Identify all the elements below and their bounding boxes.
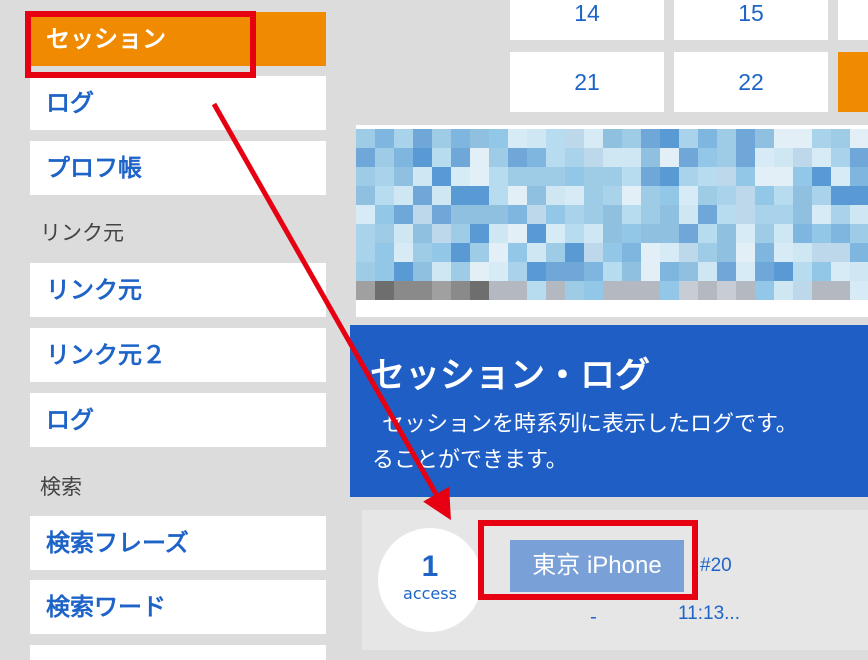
sidebar-item-session[interactable]: セッション (30, 12, 326, 66)
calendar-day[interactable]: 21 (510, 52, 664, 112)
session-dash: - (590, 606, 597, 628)
sidebar-item-cutoff[interactable] (30, 645, 326, 660)
calendar-day[interactable]: 22 (674, 52, 828, 112)
sidebar-item-profile-book[interactable]: プロフ帳 (30, 141, 326, 195)
sidebar-item-referrer-2[interactable]: リンク元２ (30, 328, 326, 382)
panel-description-line2: ることができます。 (372, 448, 568, 473)
panel-description: セッションを時系列に表示したログです。 ることができます。 (372, 407, 868, 479)
access-count: 1 (421, 550, 439, 583)
main-content: 14 15 21 22 セッション・ログ セッションを時系列に表示したログです。… (338, 0, 868, 660)
calendar-day-today[interactable] (838, 52, 868, 112)
sidebar-section-search: 検索 (40, 475, 82, 499)
calendar-day[interactable]: 14 (510, 0, 664, 40)
panel-title: セッション・ログ (370, 356, 651, 396)
sidebar-item-referrer-log[interactable]: ログ (30, 393, 326, 447)
access-label: access (403, 584, 457, 603)
session-id[interactable]: #20 (700, 555, 732, 577)
info-panel: セッション・ログ セッションを時系列に表示したログです。 ることができます。 (350, 325, 868, 497)
panel-description-line1: セッションを時系列に表示したログです。 (382, 412, 798, 437)
sidebar-item-search-phrase[interactable]: 検索フレーズ (30, 516, 326, 570)
session-time[interactable]: 11:13... (678, 603, 740, 625)
blurred-banner-image (356, 125, 868, 317)
access-counter: 1 access (378, 528, 482, 632)
session-row: 1 access 東京 iPhone #20 - 11:13... (362, 510, 868, 650)
sidebar-item-search-word[interactable]: 検索ワード (30, 580, 326, 634)
calendar-day[interactable]: 15 (674, 0, 828, 40)
sidebar-item-log[interactable]: ログ (30, 76, 326, 130)
sidebar-section-referrer: リンク元 (40, 221, 124, 245)
session-location-device-badge[interactable]: 東京 iPhone (510, 540, 684, 592)
sidebar-item-referrer[interactable]: リンク元 (30, 263, 326, 317)
sidebar: セッション ログ プロフ帳 リンク元 リンク元 リンク元２ ログ 検索 検索フレ… (18, 0, 338, 660)
calendar-day[interactable] (838, 0, 868, 40)
